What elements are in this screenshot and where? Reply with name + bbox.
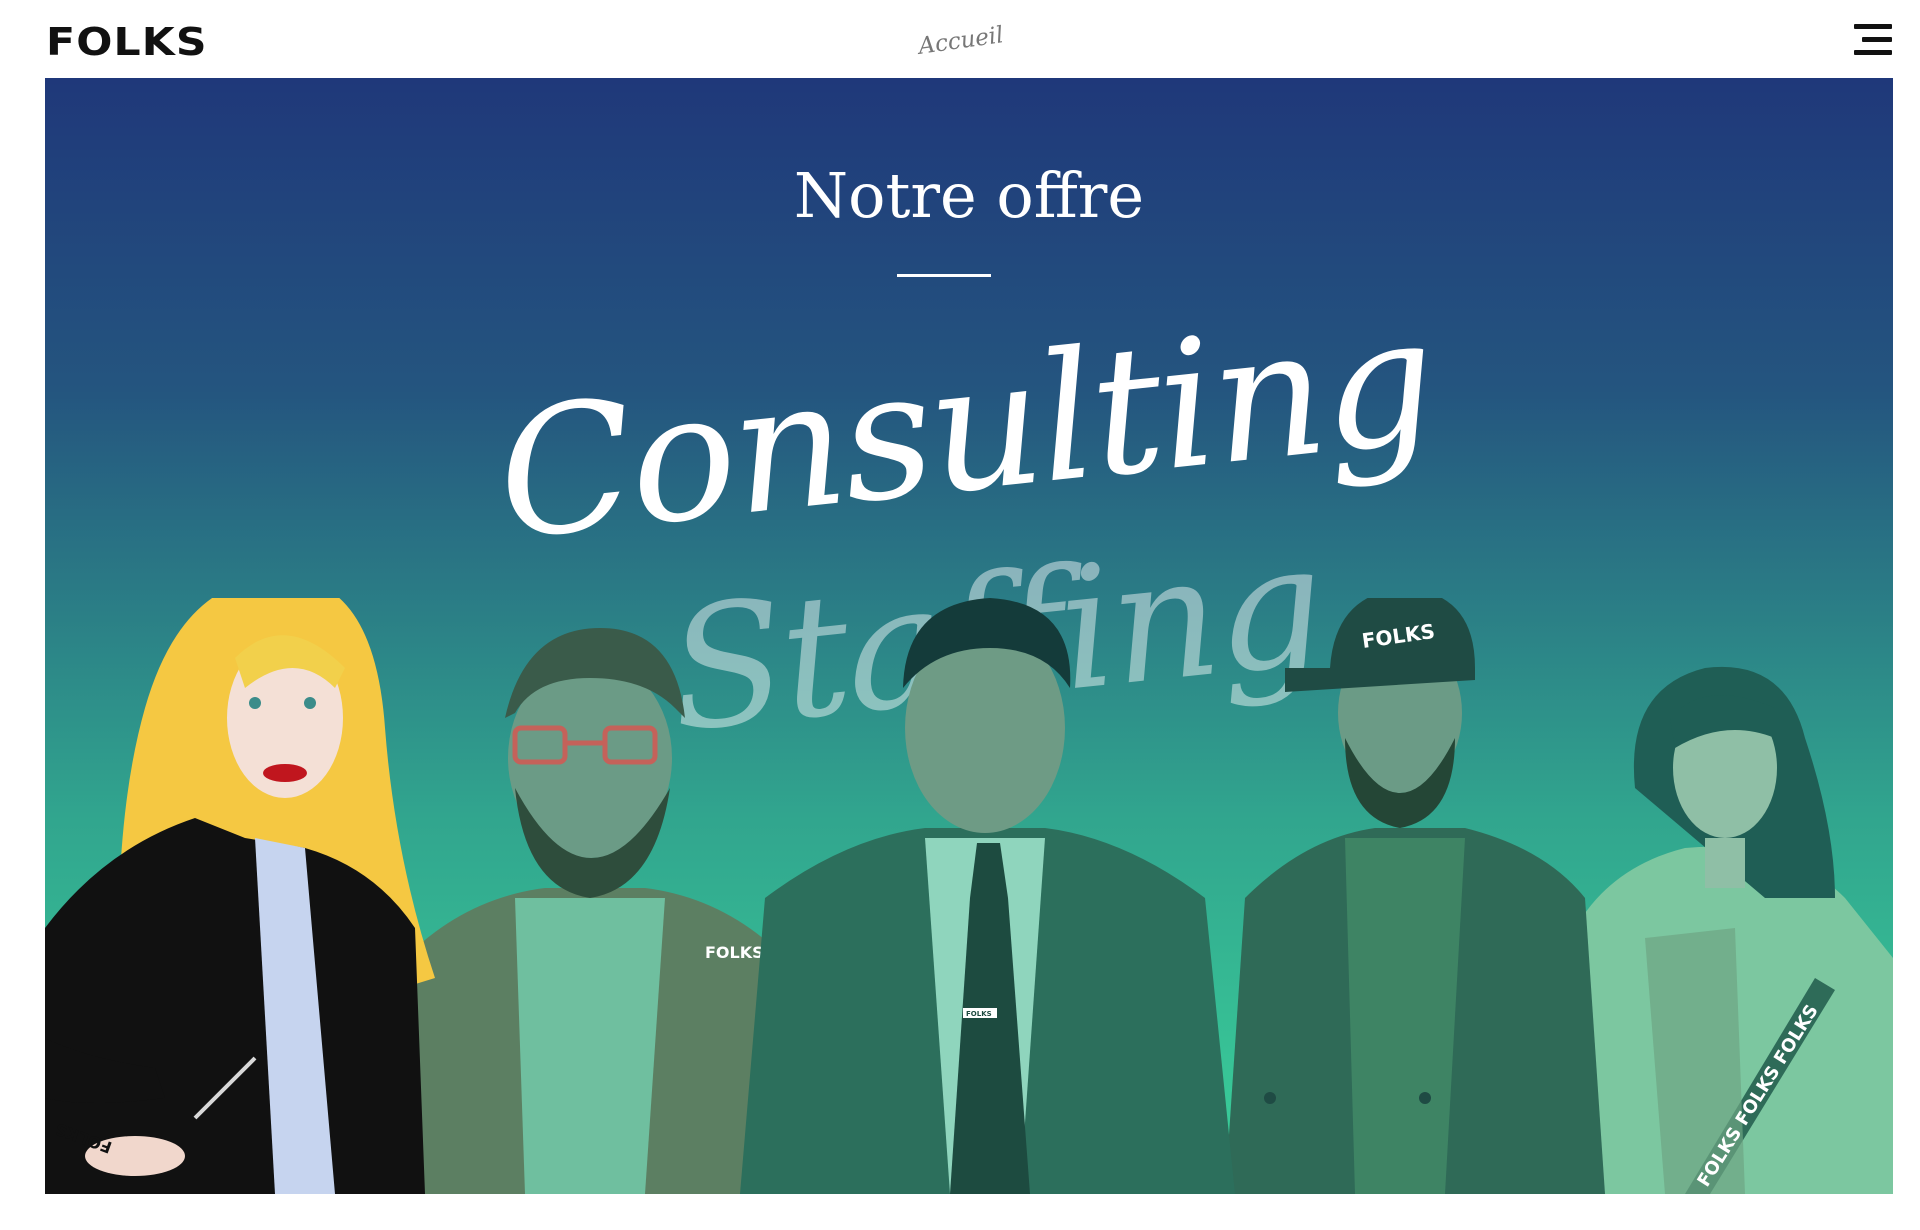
person-woman-blonde: FOLKS xyxy=(45,598,435,1194)
team-illustration: FOLKS FOLKS FOLKS FOLKS FOLKS FOLKS FOLK… xyxy=(45,598,1893,1194)
person-man-cap: FOLKS xyxy=(1225,598,1605,1194)
folks-logo[interactable]: FOLKS xyxy=(46,18,208,66)
page-title: Notre offre xyxy=(793,159,1145,232)
offer-hero: Notre offre Staffing Consulting FOLKS FO… xyxy=(45,78,1893,1194)
tie-badge-text: FOLKS xyxy=(966,1010,992,1018)
person-man-suit: FOLKS xyxy=(740,598,1235,1194)
person-woman-headphones: FOLKS FOLKS FOLKS xyxy=(1555,666,1893,1194)
home-link[interactable]: Accueil xyxy=(915,8,1008,73)
badge-text: FOLKS xyxy=(705,943,764,962)
site-header: FOLKS Accueil xyxy=(0,0,1920,78)
hamburger-menu-icon[interactable] xyxy=(1848,22,1892,58)
